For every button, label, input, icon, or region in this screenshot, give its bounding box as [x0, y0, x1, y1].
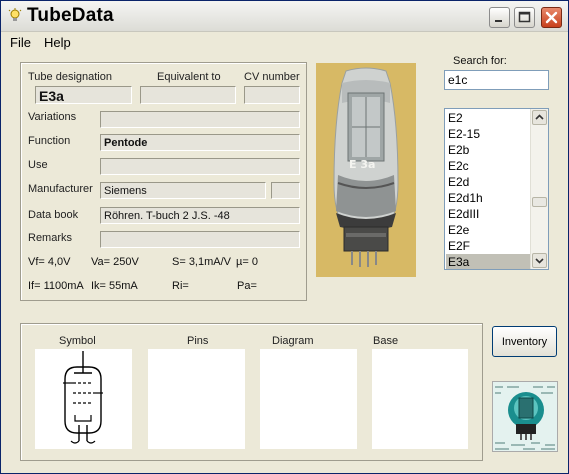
use-label: Use	[28, 159, 48, 171]
list-scrollbar[interactable]	[530, 109, 548, 269]
variations-label: Variations	[28, 111, 77, 123]
tube-illustration: E 3a	[316, 63, 416, 277]
use-field[interactable]	[100, 158, 300, 175]
minimize-button[interactable]	[489, 7, 510, 28]
maximize-button[interactable]	[514, 7, 535, 28]
spec-ri: Ri=	[172, 280, 189, 292]
equivalent-field[interactable]	[140, 86, 236, 104]
tube-photo: E 3a	[316, 63, 416, 277]
inventory-button[interactable]: Inventory	[492, 326, 557, 357]
tube-list[interactable]: E2 E2-15 E2b E2c E2d E2d1h E2dIII E2e E2…	[444, 108, 549, 270]
scroll-down-button[interactable]	[532, 253, 547, 268]
tube-logo-icon	[493, 382, 557, 451]
tube-photo-label: E 3a	[349, 158, 375, 171]
menu-help[interactable]: Help	[44, 35, 71, 50]
list-item[interactable]: E2d	[446, 174, 533, 190]
minimize-icon	[495, 20, 502, 22]
list-item[interactable]: E2d1h	[446, 190, 533, 206]
symbol-box	[35, 349, 132, 449]
maximize-icon	[518, 11, 531, 23]
app-window: TubeData File Help Tube designation Equi…	[0, 0, 569, 474]
menu-file[interactable]: File	[10, 35, 31, 50]
diagram-title: Diagram	[272, 335, 314, 347]
chevron-up-icon	[535, 114, 544, 120]
remarks-label: Remarks	[28, 232, 73, 244]
function-label: Function	[28, 135, 71, 147]
equivalent-label: Equivalent to	[157, 71, 221, 83]
databook-field[interactable]: Röhren. T-buch 2 J.S. -48	[100, 207, 300, 224]
spec-ik: Ik= 55mA	[91, 280, 138, 292]
pins-box	[148, 349, 245, 449]
scroll-thumb[interactable]	[532, 197, 547, 207]
base-title: Base	[373, 335, 399, 347]
spec-pa: Pa=	[237, 280, 257, 292]
list-item[interactable]: E2e	[446, 222, 533, 238]
manufacturer-label: Manufacturer	[28, 183, 93, 195]
manufacturer-extra-field[interactable]	[271, 182, 300, 199]
cv-label: CV number	[244, 71, 300, 83]
designation-label: Tube designation	[28, 71, 112, 83]
scroll-up-button[interactable]	[532, 110, 547, 125]
diagram-box	[260, 349, 357, 449]
close-icon	[545, 11, 558, 24]
pentode-symbol-icon	[63, 351, 103, 444]
base-box	[372, 349, 468, 449]
spec-va: Va= 250V	[91, 256, 139, 268]
remarks-field[interactable]	[100, 231, 300, 248]
manufacturer-field[interactable]: Siemens	[100, 182, 266, 199]
spec-if: If= 1100mA	[28, 280, 84, 292]
function-field[interactable]: Pentode	[100, 134, 300, 151]
list-item[interactable]: E2-15	[446, 126, 533, 142]
list-item[interactable]: E2dIII	[446, 206, 533, 222]
spec-s: S= 3,1mA/V	[172, 256, 232, 268]
close-button[interactable]	[541, 7, 562, 28]
cv-field[interactable]	[244, 86, 300, 104]
pins-title: Pins	[187, 335, 209, 347]
list-item[interactable]: E2	[446, 110, 533, 126]
spec-vf: Vf= 4,0V	[28, 256, 71, 268]
title-bar[interactable]: TubeData	[1, 1, 568, 32]
variations-field[interactable]	[100, 111, 300, 128]
search-label: Search for:	[453, 55, 507, 67]
lightbulb-icon	[8, 8, 22, 21]
chevron-down-icon	[535, 258, 544, 264]
list-item[interactable]: E2F	[446, 238, 533, 254]
search-input[interactable]	[444, 70, 549, 90]
list-item[interactable]: E2c	[446, 158, 533, 174]
list-item-selected[interactable]: E3a	[446, 254, 533, 269]
list-item[interactable]: E2b	[446, 142, 533, 158]
window-title: TubeData	[27, 5, 114, 26]
menu-bar: File Help	[1, 32, 568, 52]
tubedata-logo	[492, 381, 558, 452]
designation-field[interactable]: E3a	[35, 86, 132, 104]
symbol-title: Symbol	[59, 335, 96, 347]
spec-mu: µ= 0	[236, 256, 258, 268]
databook-label: Data book	[28, 209, 79, 221]
